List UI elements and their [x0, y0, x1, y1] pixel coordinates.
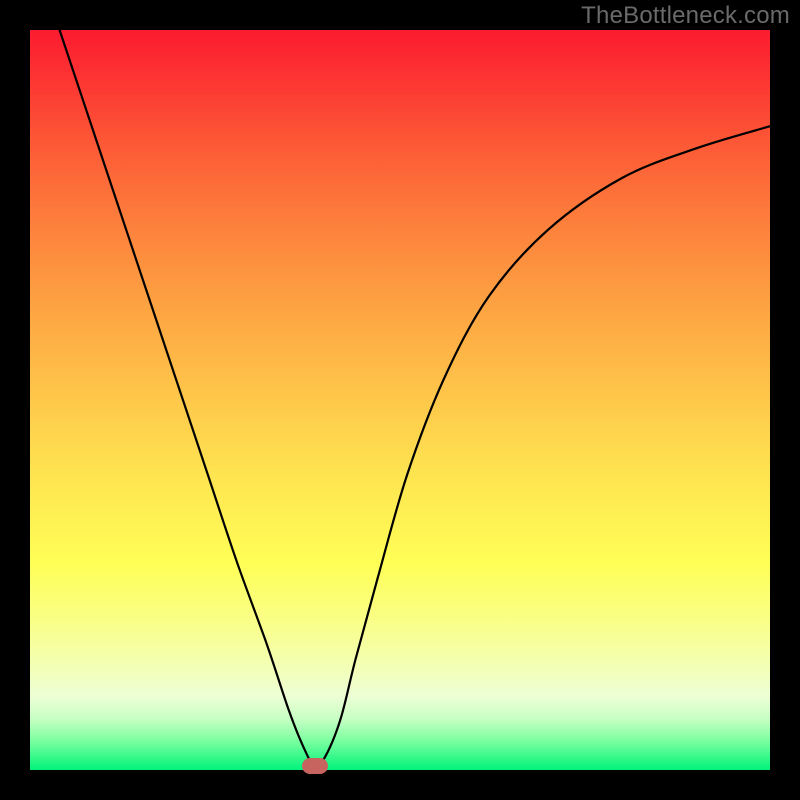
- min-marker: [302, 758, 328, 774]
- curve-svg: [30, 30, 770, 770]
- chart-frame: TheBottleneck.com: [0, 0, 800, 800]
- curve-path: [60, 30, 770, 767]
- watermark-text: TheBottleneck.com: [581, 2, 790, 30]
- plot-area: [30, 30, 770, 770]
